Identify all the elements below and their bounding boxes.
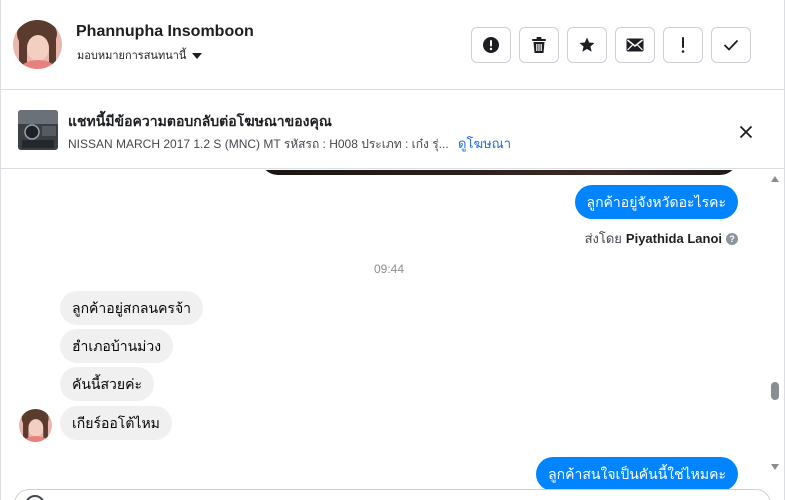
contact-name[interactable]: Phannupha Insomboon [76, 23, 254, 41]
exclamation-circle-icon [483, 37, 499, 53]
ad-thumbnail[interactable] [18, 110, 58, 150]
mark-done-button[interactable] [711, 27, 751, 63]
close-icon [739, 125, 753, 139]
trash-icon [532, 37, 546, 53]
view-ad-link[interactable]: ดูโฆษณา [458, 136, 511, 151]
star-icon [579, 37, 595, 52]
sender-avatar[interactable] [19, 409, 52, 442]
assign-conversation-dropdown[interactable]: มอบหมายการสนทนานี้ [77, 46, 203, 64]
scroll-thumb[interactable] [771, 382, 779, 400]
message-composer[interactable] [14, 489, 771, 500]
mark-unread-button[interactable] [615, 27, 655, 63]
help-icon[interactable]: ? [726, 232, 738, 245]
sent-by-prefix: ส่งโดย [584, 231, 622, 246]
ad-banner-description: NISSAN MARCH 2017 1.2 S (MNC) MT รหัสรถ … [68, 133, 511, 154]
composer-add-icon[interactable] [25, 495, 45, 500]
exclamation-icon [681, 37, 685, 53]
assign-label: มอบหมายการสนทนานี้ [77, 50, 187, 62]
delete-button[interactable] [519, 27, 559, 63]
ad-reply-banner: แชทนี้มีข้อความตอบกลับต่อโฆษณาของคุณ NIS… [0, 91, 785, 169]
message-timestamp: 09:44 [373, 262, 405, 276]
message-thread: ลูกค้าอยู่จังหวัดอะไรคะ ส่งโดย Piyathida… [0, 170, 785, 500]
contact-avatar[interactable] [13, 20, 62, 69]
incoming-message[interactable]: คันนี้สวยค่ะ [60, 367, 154, 401]
conversation-header: Phannupha Insomboon มอบหมายการสนทนานี้ [0, 0, 785, 90]
sent-by-label: ส่งโดย Piyathida Lanoi ? [585, 228, 738, 249]
envelope-icon [626, 38, 644, 52]
thread-scrollbar[interactable] [767, 170, 785, 480]
caret-down-icon [192, 52, 203, 59]
header-actions [471, 27, 751, 63]
incoming-message[interactable]: ลูกค้าอยู่สกลนครจ้า [60, 291, 204, 325]
follow-up-button[interactable] [663, 27, 703, 63]
star-button[interactable] [567, 27, 607, 63]
mark-spam-button[interactable] [471, 27, 511, 63]
close-banner-button[interactable] [733, 119, 759, 145]
ad-banner-title: แชทนี้มีข้อความตอบกลับต่อโฆษณาของคุณ [68, 113, 332, 129]
scroll-up-arrow-icon[interactable] [771, 176, 779, 182]
outgoing-message[interactable]: ลูกค้าอยู่จังหวัดอะไรคะ [574, 185, 738, 219]
previous-media-attachment[interactable] [260, 170, 738, 175]
incoming-message[interactable]: เกียร์ออโต้ไหม [60, 406, 172, 440]
scroll-down-arrow-icon[interactable] [771, 464, 779, 470]
sent-by-name: Piyathida Lanoi [625, 231, 722, 246]
outgoing-message[interactable]: ลูกค้าสนใจเป็นคันนี้ใช่ไหมคะ [536, 457, 738, 491]
ad-description-text: NISSAN MARCH 2017 1.2 S (MNC) MT รหัสรถ … [68, 137, 449, 151]
incoming-message[interactable]: ฮำเภอบ้านม่วง [60, 329, 174, 363]
check-icon [723, 39, 739, 51]
